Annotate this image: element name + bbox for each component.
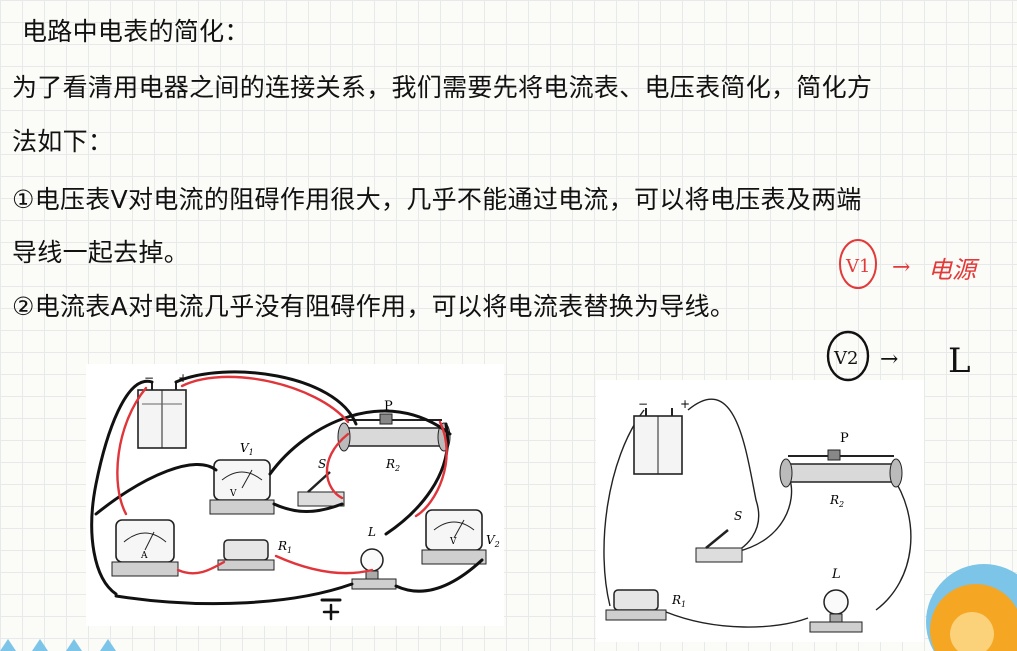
handwritten-plus-mark [322, 603, 340, 621]
note-v1-to-source: V1 → 电源 [839, 239, 980, 289]
lamp-icon [809, 589, 863, 633]
switch-icon [297, 471, 345, 507]
battery-icon [633, 408, 683, 475]
intro-line-2: 法如下： [12, 127, 114, 156]
battery-icon [137, 382, 187, 449]
rule-2-line: ②电流表A对电流几乎没有阻碍作用，可以将电流表替换为导线。 [12, 292, 736, 321]
rheostat-r2-label: R2 [385, 457, 400, 473]
decorative-corner-circle [926, 564, 1017, 651]
resistor-r1-label: R1 [277, 539, 292, 555]
note1-symbol: V1 [845, 256, 870, 277]
switch-s-label: S [734, 509, 742, 523]
note1-arrow: → [892, 255, 910, 280]
lamp-icon [351, 548, 397, 590]
voltmeter-v1-face-label: V [229, 489, 237, 499]
voltmeter-v1-icon [209, 459, 275, 515]
circuit-figure-original-drawing: − + P R2 V V1 S A R1 L V V2 [90, 370, 500, 621]
battery-minus-label: − [638, 397, 648, 411]
resistor-r1-label: R1 [671, 593, 686, 609]
ammeter-icon [111, 519, 179, 577]
note-v2-to-lamp: V2 → L [826, 330, 971, 382]
circuit-figure-simplified-drawing: − + P R2 S R1 L [603, 397, 912, 633]
rheostat-r2-label: R2 [829, 493, 844, 509]
resistor-r1-icon [217, 539, 275, 571]
voltmeter-v2-label: V2 [486, 533, 500, 549]
resistor-r1-icon [605, 589, 667, 621]
lamp-l-label: L [831, 567, 841, 582]
switch-s-label: S [318, 457, 326, 471]
note2-arrow: → [880, 347, 898, 372]
ammeter-face-label: A [140, 551, 148, 561]
circuit-figure-simplified: − + P R2 S R1 L [596, 380, 924, 642]
slider-p-label: P [840, 431, 849, 446]
note2-symbol: V2 [833, 348, 858, 369]
page-heading: 电路中电表的简化： [22, 17, 250, 46]
voltmeter-v2-face-label: V [449, 537, 457, 547]
battery-plus-label: + [680, 397, 690, 411]
decorative-bottom-triangles [0, 639, 116, 651]
note1-text: 电源 [928, 256, 980, 284]
circuit-figure-original: − + P R2 V V1 S A R1 L V V2 [86, 364, 504, 626]
handwritten-annotations: V1 → 电源 V2 → L [826, 239, 980, 382]
switch-icon [695, 529, 743, 563]
intro-line-1: 为了看清用电器之间的连接关系，我们需要先将电流表、电压表简化，简化方 [12, 73, 873, 102]
rule-1-line-1: ①电压表V对电流的阻碍作用很大，几乎不能通过电流，可以将电压表及两端 [12, 185, 862, 214]
voltmeter-v1-label: V1 [240, 441, 254, 457]
note2-text: L [948, 341, 971, 381]
rule-1-line-2: 导线一起去掉。 [12, 238, 190, 267]
rheostat-icon [779, 449, 903, 488]
lamp-l-label: L [367, 525, 376, 539]
